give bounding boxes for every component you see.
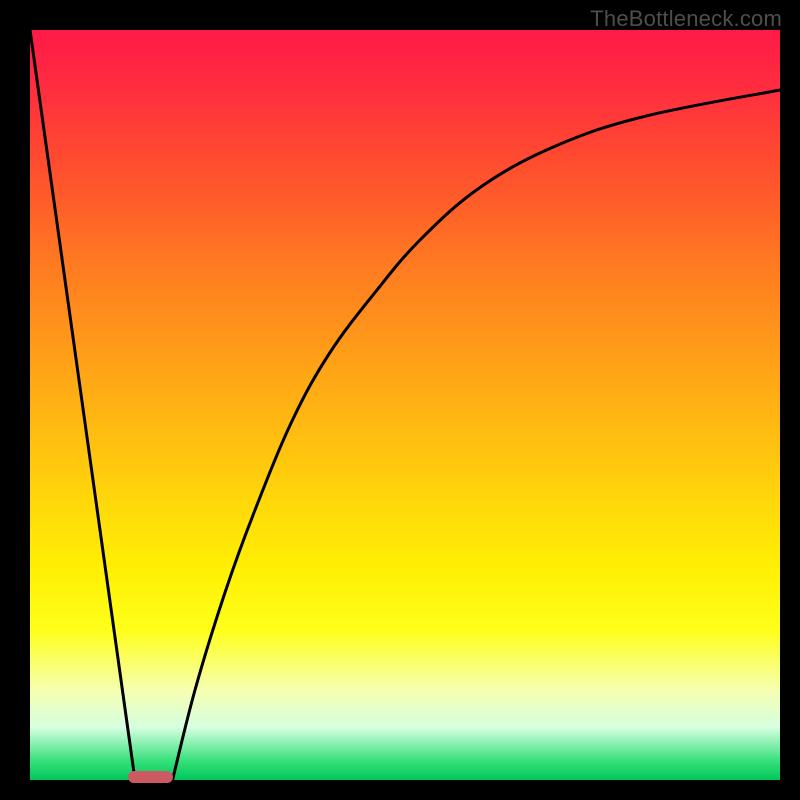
plot-area — [30, 30, 780, 780]
minimum-marker — [128, 771, 173, 783]
chart-frame: TheBottleneck.com — [0, 0, 800, 800]
curve-right-branch — [173, 90, 781, 780]
watermark-text: TheBottleneck.com — [590, 6, 782, 32]
curve-left-branch — [30, 30, 135, 780]
curve-layer — [30, 30, 780, 780]
